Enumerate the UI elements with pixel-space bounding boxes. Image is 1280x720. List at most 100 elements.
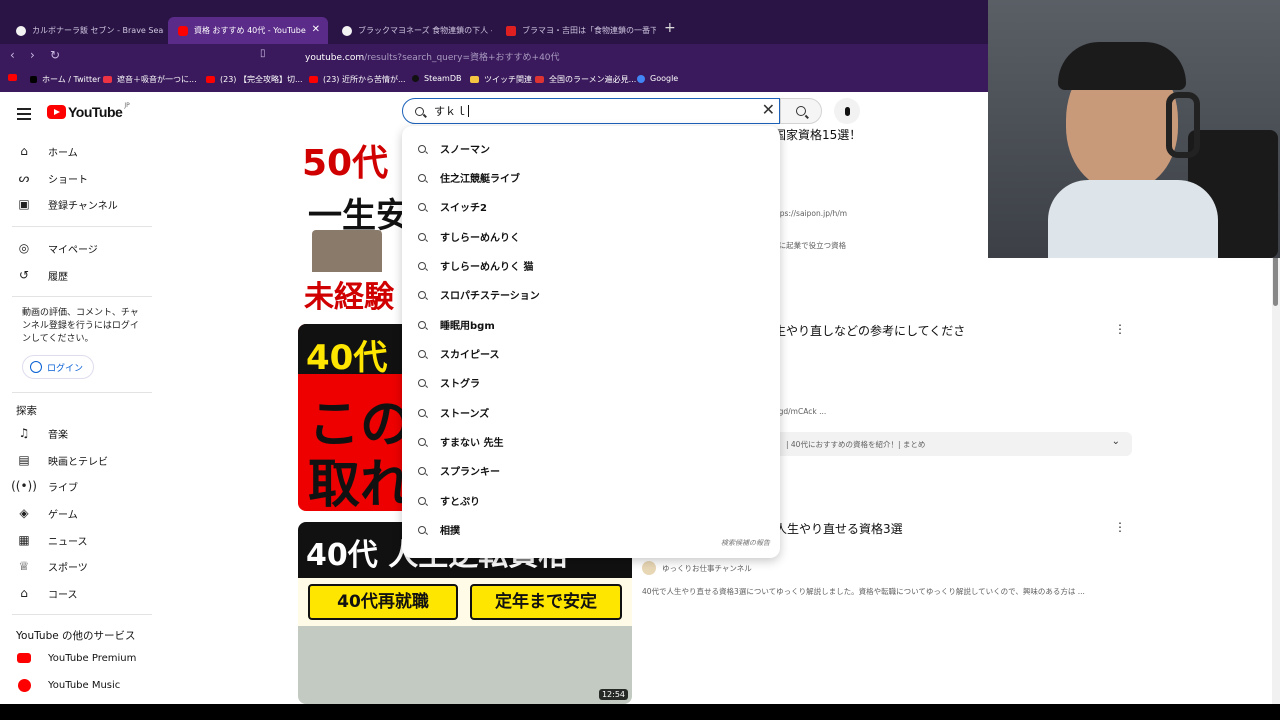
thumbnail-text: 未経験 xyxy=(304,272,394,313)
suggestion-item[interactable]: スロパチステーション xyxy=(418,287,540,302)
person-shirt xyxy=(1048,180,1218,258)
sidebar-item-shorts[interactable]: ᔕ ショート xyxy=(16,170,88,186)
suggestion-item[interactable]: ストグラ xyxy=(418,375,480,390)
reload-icon[interactable]: ↻ xyxy=(50,48,60,62)
thumbnail-text: 定年まで安定 xyxy=(470,584,622,620)
search-icon xyxy=(418,437,426,446)
suggestion-item[interactable]: スカイピース xyxy=(418,346,500,361)
search-button[interactable] xyxy=(780,98,822,124)
tab-2[interactable]: ブラックマヨネーズ 食物連鎖の下人 - B xyxy=(332,17,492,44)
channel-avatar xyxy=(642,561,656,575)
tab-1-active[interactable]: 資格 おすすめ 40代 - YouTube ✕ xyxy=(168,17,328,44)
search-icon xyxy=(418,496,426,505)
youtube-icon xyxy=(309,76,318,83)
bookmark-icon[interactable]: ▯ xyxy=(260,48,266,59)
search-input[interactable]: すｋｌ ✕ xyxy=(402,98,780,124)
suggestion-item[interactable]: 睡眠用bgm xyxy=(418,317,495,332)
news-icon: ▦ xyxy=(18,533,30,547)
google-icon xyxy=(637,74,645,83)
sidebar-item-sports[interactable]: ♕ スポーツ xyxy=(16,558,88,574)
search-icon xyxy=(418,144,426,153)
bookmark-item[interactable]: (23) 近所から苦情が... xyxy=(309,74,406,85)
suggestion-item[interactable]: 住之江競艇ライブ xyxy=(418,170,520,185)
search-icon xyxy=(415,106,424,116)
site-icon xyxy=(103,76,112,83)
chevron-down-icon[interactable]: ⌄ xyxy=(1112,436,1120,447)
suggestion-item[interactable]: スプランキー xyxy=(418,463,500,478)
youtube-logo[interactable]: YouTube JP xyxy=(47,102,130,120)
bookmark-item[interactable]: SteamDB xyxy=(412,74,461,83)
suggestion-item[interactable]: すしらーめんりく 猫 xyxy=(418,258,533,273)
sidebar-item-live[interactable]: ((•)) ライブ xyxy=(11,478,78,494)
login-button[interactable]: ログイン xyxy=(22,355,94,379)
home-icon: ⌂ xyxy=(20,144,28,158)
suggestion-item[interactable]: スノーマン xyxy=(418,141,490,156)
more-options-icon[interactable]: ⋮ xyxy=(1114,520,1126,534)
url-field[interactable]: youtube.com/results?search_query=資格+おすすめ… xyxy=(305,50,560,63)
suggestion-item[interactable]: スイッチ2 xyxy=(418,199,487,214)
report-suggestions-link[interactable]: 検索候補の報告 xyxy=(721,538,770,548)
channel-row[interactable]: ゆっくりお仕事チャンネル xyxy=(642,561,752,575)
suggestion-item[interactable]: すとぷり xyxy=(418,493,480,508)
tab-3[interactable]: ブラマヨ・吉田は「食物連鎖の一番下の人 xyxy=(496,17,656,44)
voice-search-button[interactable] xyxy=(834,98,860,124)
sidebar-item-you[interactable]: ◎ マイページ xyxy=(16,240,98,256)
youtube-play-icon xyxy=(47,105,66,119)
youtube-premium-icon xyxy=(16,650,32,666)
more-options-icon[interactable]: ⋮ xyxy=(1114,322,1126,336)
video-title[interactable]: 人生やり直せる資格3選 xyxy=(775,521,903,538)
suggestion-item[interactable]: すまない 先生 xyxy=(418,434,503,449)
sidebar-item-subscriptions[interactable]: ▣ 登録チャンネル xyxy=(16,196,117,212)
sidebar-item-courses[interactable]: ⌂ コース xyxy=(16,585,77,601)
clear-search-icon[interactable]: ✕ xyxy=(762,100,775,119)
youtube-icon xyxy=(206,76,215,83)
brave-search-icon xyxy=(342,25,352,36)
youtube-favicon-icon xyxy=(178,25,188,36)
divider xyxy=(12,226,152,227)
suggestion-item[interactable]: 相撲 xyxy=(418,522,460,537)
divider xyxy=(12,614,152,615)
bookmark-item[interactable]: (23) 【完全攻略】切... xyxy=(206,74,303,85)
gamepad-icon: ◈ xyxy=(19,506,29,520)
account-icon xyxy=(30,361,42,373)
bookmark-item[interactable] xyxy=(8,74,22,81)
subscriptions-icon: ▣ xyxy=(18,197,30,211)
sidebar-item-movies[interactable]: ▤ 映画とテレビ xyxy=(16,452,108,468)
sidebar-item-history[interactable]: ↺ 履歴 xyxy=(16,267,68,283)
thumbnail-text: 取れ xyxy=(308,455,413,511)
search-icon xyxy=(418,173,426,182)
sidebar-item-music-app[interactable]: YouTube Music xyxy=(16,677,120,693)
bookmark-item[interactable]: ホーム / Twitter xyxy=(30,74,100,85)
shorts-icon: ᔕ xyxy=(18,171,30,185)
search-icon xyxy=(418,378,426,387)
suggestion-item[interactable]: すしらーめんりく xyxy=(418,229,520,244)
new-tab-button[interactable]: + xyxy=(664,20,676,36)
sidebar-item-music[interactable]: ♫ 音楽 xyxy=(16,425,68,441)
back-icon[interactable]: ‹ xyxy=(10,48,15,62)
bookmark-item[interactable]: 遮音＋吸音が一つに... xyxy=(103,74,197,85)
close-tab-icon[interactable]: ✕ xyxy=(312,24,320,35)
youtube-music-icon xyxy=(16,677,32,693)
video-duration: 12:54 xyxy=(598,689,628,700)
courses-icon: ⌂ xyxy=(20,586,28,600)
brave-search-icon xyxy=(16,25,26,36)
bookmark-item[interactable]: 全国のラーメン遍必見... xyxy=(535,74,636,85)
microphone-icon xyxy=(844,106,850,116)
sidebar-item-home[interactable]: ⌂ ホーム xyxy=(16,143,78,159)
sidebar-item-premium[interactable]: YouTube Premium xyxy=(16,650,136,666)
suggestion-item[interactable]: ストーンズ xyxy=(418,405,489,420)
sidebar-item-gaming[interactable]: ◈ ゲーム xyxy=(16,505,77,521)
search-icon xyxy=(418,290,426,299)
bookmark-item[interactable]: Google xyxy=(637,74,678,83)
login-message: 動画の評価、コメント、チャンネル登録を行うにはログインしてください。 xyxy=(22,308,139,344)
menu-icon[interactable] xyxy=(17,108,31,123)
search-icon xyxy=(418,232,426,241)
more-services-heading: YouTube の他のサービス xyxy=(16,630,136,642)
forward-icon[interactable]: › xyxy=(30,48,35,62)
bookmark-folder[interactable]: ツイッチ関連 xyxy=(470,74,532,85)
music-icon: ♫ xyxy=(18,426,30,440)
sidebar-item-news[interactable]: ▦ ニュース xyxy=(16,532,87,548)
tab-0[interactable]: カルボナーラ飯 セブン - Brave Search xyxy=(6,17,164,44)
headset-icon xyxy=(1166,92,1200,158)
search-icon xyxy=(418,408,426,417)
